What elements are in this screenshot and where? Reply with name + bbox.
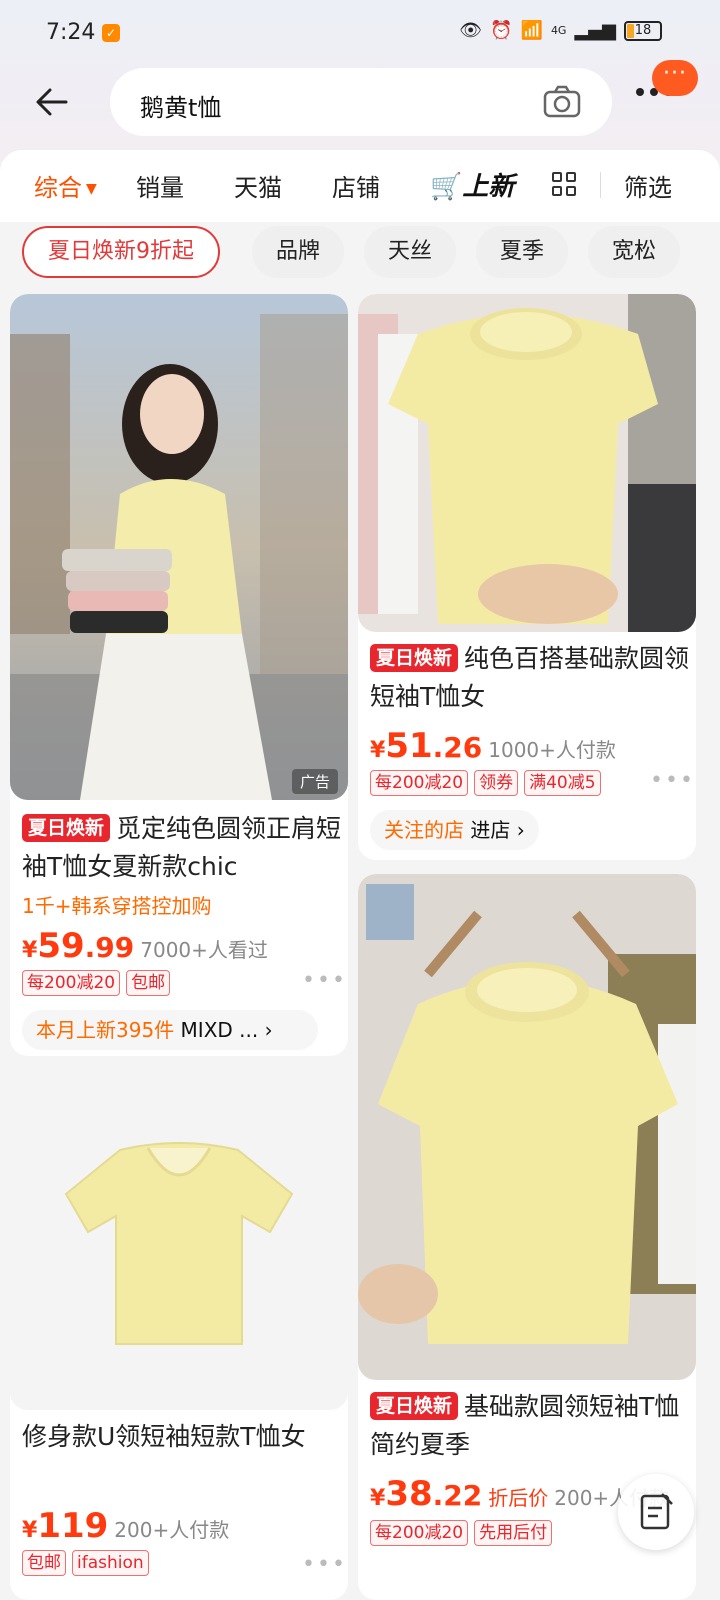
chip-summer[interactable]: 夏季 [476, 226, 569, 278]
price-row-3: ¥ 119 200+人付款 [22, 1506, 229, 1546]
promo-badge: 夏日焕新 [22, 814, 111, 842]
product-subtitle-1: 1千+韩系穿搭控加购 [22, 894, 212, 918]
tab-new-arrivals[interactable]: 🛒上新 [430, 166, 514, 203]
caret-down-icon: ▼ [86, 181, 97, 197]
more-options-icon[interactable]: ••• [302, 968, 347, 993]
battery-level: 18 [634, 22, 652, 38]
product-image-1[interactable]: 广告 [10, 294, 348, 800]
status-icons: 👁 ⏰ 📶 4G ▂▄▆ 18 [459, 20, 662, 41]
chip-loose[interactable]: 宽松 [588, 226, 681, 278]
chip-summer-sale[interactable]: 夏日焕新9折起 [22, 226, 220, 278]
arrow-left-icon [36, 88, 68, 116]
tab-comprehensive-label: 综合 [34, 174, 82, 202]
tag: 满40减5 [524, 770, 601, 796]
notification-badge-icon: ✓ [102, 24, 120, 42]
product-image-2[interactable] [358, 294, 696, 632]
wifi-icon: 📶 [520, 20, 543, 41]
promo-badge: 夏日焕新 [370, 644, 459, 672]
shop-name: MIXD ... [180, 1018, 259, 1042]
more-options-icon[interactable]: ••• [650, 768, 695, 793]
status-bar: 7:24 ✓ 👁 ⏰ 📶 4G ▂▄▆ 18 [0, 0, 720, 68]
currency-symbol: ¥ [22, 938, 38, 963]
signal-icon: ▂▄▆ [574, 20, 616, 41]
tab-tmall[interactable]: 天猫 [234, 168, 282, 203]
camera-icon[interactable] [542, 84, 582, 120]
currency-symbol: ¥ [22, 1518, 38, 1543]
tag: 包邮 [126, 970, 171, 996]
shop-row-1[interactable]: 本月上新395件 MIXD ... › [22, 1010, 318, 1050]
grid-view-icon[interactable] [552, 172, 576, 196]
chip-tencel[interactable]: 天丝 [364, 226, 457, 278]
tab-sales[interactable]: 销量 [136, 168, 184, 203]
ad-label: 广告 [291, 769, 338, 794]
shop-row-2[interactable]: 关注的店 进店 › [370, 810, 539, 850]
back-button[interactable] [32, 82, 72, 122]
price-row-2: ¥ 51 .26 1000+人付款 [370, 726, 616, 766]
product-card-2[interactable]: 夏日焕新 纯色百搭基础款圆领短袖T恤女 ¥ 51 .26 1000+人付款 每20… [358, 294, 696, 860]
shop-highlight: 本月上新395件 [36, 1018, 175, 1042]
currency-symbol: ¥ [370, 738, 386, 763]
status-time: 7:24 [46, 20, 96, 45]
sales-count: 200+人付款 [114, 1518, 230, 1542]
product-title-4[interactable]: 夏日焕新 基础款圆领短袖T恤简约夏季 [370, 1388, 690, 1464]
tag-list-2: 每200减20 领券 满40减5 [370, 770, 601, 796]
product-photo-shirt [358, 874, 696, 1380]
tag: 先用后付 [474, 1520, 553, 1546]
price-decimal: .22 [432, 1479, 483, 1512]
currency-symbol: ¥ [370, 1486, 386, 1511]
cart-icon: 🛒 [430, 172, 463, 202]
tab-new-label: 上新 [462, 172, 515, 202]
shop-name: 进店 [470, 818, 511, 842]
search-input[interactable]: 鹅黄t恤 [110, 68, 612, 136]
floating-edit-button[interactable] [618, 1474, 694, 1550]
shop-highlight: 关注的店 [384, 818, 464, 842]
tag: 包邮 [22, 1550, 66, 1576]
tag-list-4: 每200减20 先用后付 [370, 1520, 553, 1546]
tag: 每200减20 [22, 970, 121, 996]
tab-filter[interactable]: 筛选 [624, 168, 672, 203]
product-title-1[interactable]: 夏日焕新 觅定纯色圆领正肩短袖T恤女夏新款chic [22, 810, 342, 886]
tab-shops[interactable]: 店铺 [332, 168, 380, 203]
tag: ifashion [72, 1550, 149, 1576]
product-photo-model [10, 294, 348, 800]
product-title-3[interactable]: 修身款U领短袖短款T恤女 [22, 1418, 342, 1456]
battery-icon: 18 [624, 20, 662, 41]
tab-divider [600, 172, 601, 198]
price-integer: 51 [385, 726, 433, 766]
eye-icon: 👁 [459, 20, 483, 41]
tag: 每200减20 [370, 1520, 469, 1546]
chip-brand[interactable]: 品牌 [252, 226, 345, 278]
tag-list-1: 每200减20 包邮 [22, 970, 171, 996]
alarm-icon: ⏰ [490, 20, 513, 41]
price-integer: 119 [37, 1506, 109, 1546]
more-options-icon[interactable]: ••• [302, 1552, 347, 1577]
chevron-right-icon: › [516, 818, 525, 842]
product-card-3[interactable]: 修身款U领短袖短款T恤女 ¥ 119 200+人付款 包邮 ifashion •… [10, 1074, 348, 1600]
price-integer: 38 [385, 1474, 433, 1514]
product-image-4[interactable] [358, 874, 696, 1380]
sales-count: 1000+人付款 [488, 738, 616, 762]
tag: 每200减20 [370, 770, 469, 796]
product-card-1[interactable]: 广告 夏日焕新 觅定纯色圆领正肩短袖T恤女夏新款chic 1千+韩系穿搭控加购 ¥… [10, 294, 348, 1056]
price-integer: 59 [37, 926, 85, 966]
price-row-1: ¥ 59 .99 7000+人看过 [22, 926, 268, 966]
product-photo-shirt [358, 294, 696, 632]
search-query: 鹅黄t恤 [140, 94, 222, 122]
tag: 领券 [474, 770, 519, 796]
network-label: 4G [550, 24, 567, 37]
product-title-text: 修身款U领短袖短款T恤女 [22, 1422, 306, 1451]
tab-comprehensive[interactable]: 综合 ▼ [34, 168, 97, 203]
product-image-3[interactable] [10, 1074, 348, 1410]
product-title-2[interactable]: 夏日焕新 纯色百搭基础款圆领短袖T恤女 [370, 640, 690, 716]
edit-note-icon [640, 1493, 673, 1530]
price-decimal: .26 [432, 731, 483, 764]
price-decimal: .99 [84, 931, 135, 964]
price-note: 折后价 [488, 1486, 549, 1510]
product-photo-shirt [10, 1074, 348, 1410]
chevron-right-icon: › [264, 1018, 273, 1042]
tag-list-3: 包邮 ifashion [22, 1550, 149, 1576]
more-badge-icon[interactable]: ··· [652, 60, 698, 96]
sales-count: 7000+人看过 [140, 938, 268, 962]
promo-badge: 夏日焕新 [370, 1392, 459, 1420]
